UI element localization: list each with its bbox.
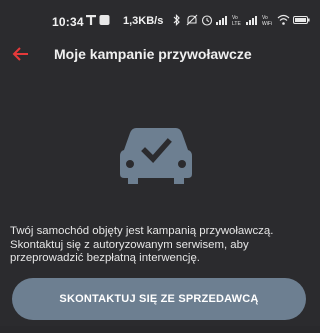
battery-icon	[293, 16, 310, 24]
network-speed: 1,3KB/s	[123, 15, 164, 27]
status-time: 10:34	[52, 15, 84, 29]
bluetooth-icon	[173, 14, 180, 26]
svg-text:LTE: LTE	[232, 21, 241, 26]
app-header: Moje kampanie przywoławcze	[0, 33, 320, 75]
signal-icon-2	[246, 16, 257, 25]
mute-icon	[186, 14, 198, 26]
recall-message: Twój samochód objęty jest kampanią przyw…	[10, 225, 274, 264]
svg-text:WiFi: WiFi	[262, 21, 272, 26]
arrow-left-icon	[12, 47, 28, 61]
back-button[interactable]	[8, 41, 34, 67]
car-check-icon	[120, 128, 192, 184]
wifi-icon	[277, 14, 290, 25]
status-bar: 10:34 1,3KB/s Vo LTE Vo WiFi	[0, 0, 320, 33]
volte-icon: Vo LTE	[232, 15, 241, 26]
contact-dealer-button[interactable]: SKONTAKTUJ SIĘ ZE SPRZEDAWCĄ	[12, 278, 306, 320]
signal-icon	[216, 16, 227, 25]
bottom-edge	[0, 326, 320, 333]
alarm-icon	[201, 15, 213, 26]
page-title: Moje kampanie przywoławcze	[54, 46, 252, 62]
app-notification-icon	[99, 15, 110, 25]
vowifi-icon: Vo WiFi	[262, 15, 272, 26]
tmobile-icon	[86, 15, 96, 25]
